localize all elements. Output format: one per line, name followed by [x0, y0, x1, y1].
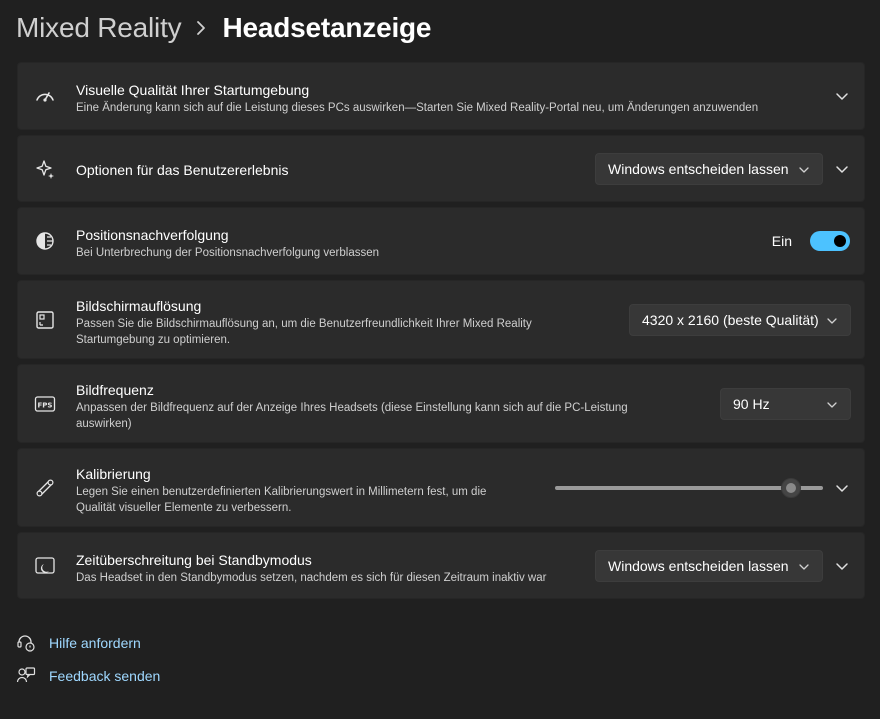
calibration-title: Kalibrierung: [76, 466, 151, 482]
tracking-icon: [34, 230, 56, 252]
experience-options-title: Optionen für das Benutzererlebnis: [76, 162, 289, 178]
page-title: Headsetanzeige: [222, 12, 432, 43]
help-link-label: Hilfe anfordern: [49, 635, 141, 651]
calibration-description-line2: Qualität visueller Elemente zu verbesser…: [76, 502, 292, 514]
frame-rate-dropdown[interactable]: 90 Hz: [720, 387, 851, 420]
ruler-icon: [34, 477, 56, 499]
fps-icon-text: FPS: [38, 401, 53, 409]
toggle-state-label: Ein: [771, 233, 792, 249]
standby-timeout-dropdown[interactable]: Windows entscheiden lassen: [595, 549, 823, 582]
chevron-down-icon: [798, 560, 810, 572]
screen-resolution-card: Bildschirmauflösung Passen Sie die Bilds…: [17, 280, 865, 359]
chevron-right-icon: [196, 20, 206, 36]
feedback-link[interactable]: Feedback senden: [16, 666, 160, 686]
chevron-down-icon[interactable]: [830, 554, 854, 578]
screen-resolution-description-line2: Startumgebung zu optimieren.: [76, 334, 231, 346]
frame-rate-description-line1: Anpassen der Bildfrequenz auf der Anzeig…: [76, 402, 628, 414]
frame-rate-title: Bildfrequenz: [76, 382, 154, 398]
sparkle-icon: [34, 158, 56, 180]
calibration-slider[interactable]: [555, 477, 823, 498]
chevron-down-icon: [798, 163, 810, 175]
position-tracking-title: Positionsnachverfolgung: [76, 227, 229, 243]
visual-quality-description: Eine Änderung kann sich auf die Leistung…: [76, 102, 759, 114]
frame-rate-description-line2: auswirken): [76, 418, 132, 430]
visual-quality-card[interactable]: Visuelle Qualität Ihrer Startumgebung Ei…: [17, 62, 865, 130]
position-tracking-description: Bei Unterbrechung der Positionsnachverfo…: [76, 247, 380, 259]
resolution-icon: [34, 309, 56, 331]
standby-timeout-title: Zeitüberschreitung bei Standbymodus: [76, 552, 312, 568]
standby-timeout-selected-value: Windows entscheiden lassen: [608, 557, 789, 574]
standby-timeout-description: Das Headset in den Standbymodus setzen, …: [76, 572, 547, 584]
speedometer-icon: [34, 85, 56, 107]
experience-options-card[interactable]: Optionen für das Benutzererlebnis Window…: [17, 135, 865, 202]
chevron-down-icon[interactable]: [830, 84, 854, 108]
standby-timeout-card[interactable]: Zeitüberschreitung bei Standbymodus Das …: [17, 532, 865, 599]
feedback-link-label: Feedback senden: [49, 668, 161, 684]
breadcrumb: Mixed Reality Headsetanzeige: [16, 8, 432, 48]
position-tracking-toggle[interactable]: [810, 231, 850, 251]
chevron-down-icon[interactable]: [830, 476, 854, 500]
frame-rate-selected-value: 90 Hz: [733, 395, 770, 412]
screen-resolution-description-line1: Passen Sie die Bildschirmauflösung an, u…: [76, 318, 532, 330]
experience-options-dropdown[interactable]: Windows entscheiden lassen: [595, 152, 823, 185]
chevron-down-icon: [826, 398, 838, 410]
chevron-down-icon: [826, 314, 838, 326]
breadcrumb-parent[interactable]: Mixed Reality: [16, 12, 182, 44]
experience-options-selected-value: Windows entscheiden lassen: [608, 160, 789, 177]
chevron-down-icon[interactable]: [830, 157, 854, 181]
fps-icon: FPS: [34, 393, 56, 415]
slider-thumb[interactable]: [780, 477, 801, 498]
toggle-knob: [834, 235, 846, 247]
standby-icon: [34, 555, 56, 577]
visual-quality-title: Visuelle Qualität Ihrer Startumgebung: [76, 82, 310, 98]
help-link[interactable]: Hilfe anfordern: [16, 633, 141, 653]
frame-rate-card: FPS Bildfrequenz Anpassen der Bildfreque…: [17, 364, 865, 443]
feedback-icon: [16, 666, 36, 686]
screen-resolution-dropdown[interactable]: 4320 x 2160 (beste Qualität): [629, 303, 851, 336]
position-tracking-card: Positionsnachverfolgung Bei Unterbrechun…: [17, 207, 865, 275]
calibration-card[interactable]: Kalibrierung Legen Sie einen benutzerdef…: [17, 448, 865, 527]
help-icon: [16, 633, 36, 653]
calibration-description-line1: Legen Sie einen benutzerdefinierten Kali…: [76, 486, 487, 498]
screen-resolution-title: Bildschirmauflösung: [76, 298, 202, 314]
screen-resolution-selected-value: 4320 x 2160 (beste Qualität): [642, 311, 819, 328]
